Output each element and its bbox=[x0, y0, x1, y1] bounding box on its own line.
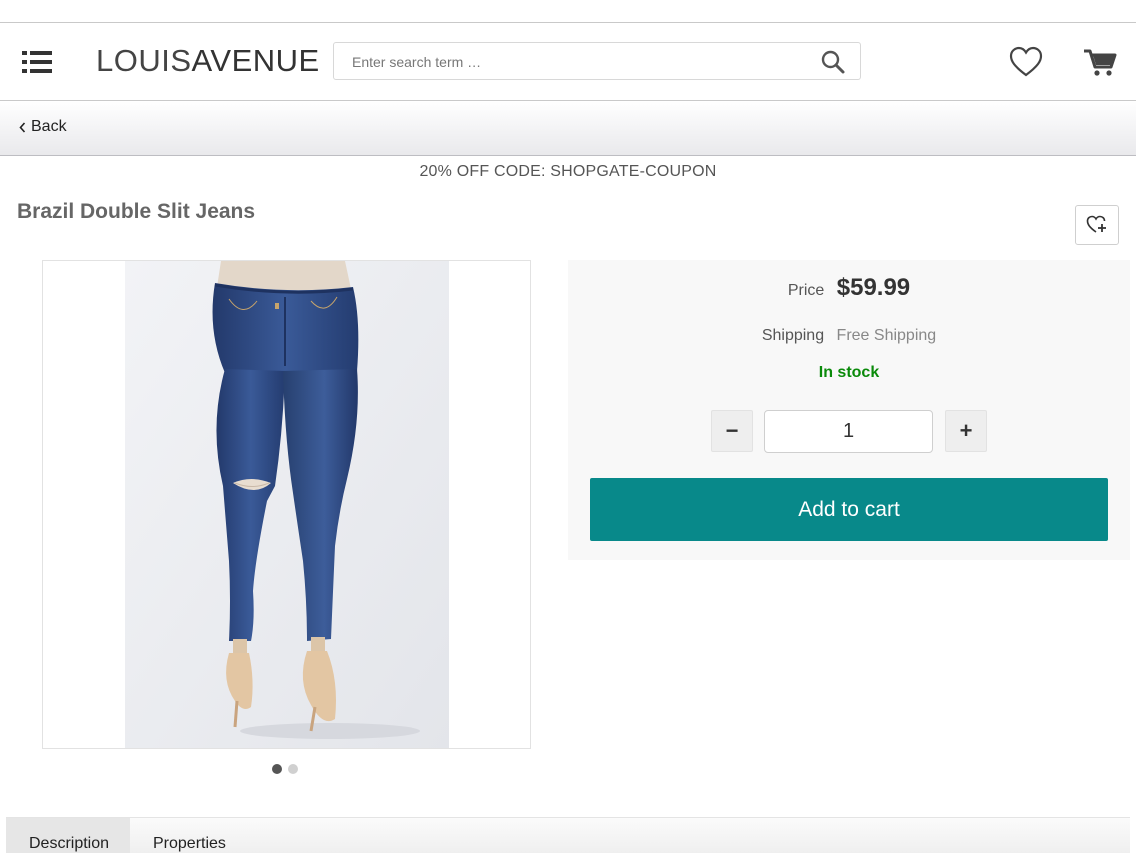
chevron-left-icon bbox=[19, 121, 26, 133]
price-value: $59.99 bbox=[836, 274, 911, 301]
logo-part-louis: LOUIS bbox=[96, 43, 192, 78]
shipping-value: Free Shipping bbox=[836, 327, 937, 344]
wishlist-button[interactable] bbox=[1008, 46, 1044, 78]
image-pagination bbox=[272, 764, 298, 774]
heart-plus-icon bbox=[1086, 215, 1106, 233]
product-image-gallery[interactable] bbox=[42, 260, 531, 749]
back-label: Back bbox=[31, 118, 67, 135]
search-bar bbox=[333, 42, 861, 81]
coupon-banner: 20% OFF CODE: SHOPGATE-COUPON bbox=[419, 163, 717, 180]
tab-description[interactable]: Description bbox=[6, 818, 130, 853]
cart-icon bbox=[1084, 49, 1117, 76]
image-dot-1[interactable] bbox=[272, 764, 282, 774]
search-input[interactable] bbox=[350, 43, 804, 81]
stock-status: In stock bbox=[818, 364, 880, 381]
site-header: LOUISAVENUE bbox=[0, 23, 1136, 101]
product-title: Brazil Double Slit Jeans bbox=[17, 200, 256, 223]
buy-box: Price $59.99 Shipping Free Shipping In s… bbox=[568, 260, 1130, 560]
store-logo[interactable]: LOUISAVENUE bbox=[96, 43, 320, 79]
quantity-increase-button[interactable]: + bbox=[945, 410, 987, 452]
add-to-favorites-button[interactable] bbox=[1075, 205, 1119, 245]
jeans-photo-illustration bbox=[125, 261, 449, 748]
quantity-decrease-button[interactable]: − bbox=[711, 410, 753, 452]
menu-button[interactable] bbox=[18, 45, 56, 79]
search-icon bbox=[821, 50, 845, 74]
price-label: Price bbox=[787, 282, 825, 299]
back-navigation-bar: Back bbox=[0, 101, 1136, 156]
cart-button[interactable] bbox=[1082, 45, 1118, 79]
product-photo bbox=[125, 261, 449, 748]
tab-description-label: Description bbox=[29, 835, 110, 852]
heart-icon bbox=[1009, 46, 1043, 77]
logo-part-avenue: AVENUE bbox=[191, 43, 320, 78]
image-dot-2[interactable] bbox=[288, 764, 298, 774]
product-info-tabs: Description Properties bbox=[6, 817, 1130, 853]
tab-properties[interactable]: Properties bbox=[153, 818, 273, 853]
back-button[interactable]: Back bbox=[19, 118, 67, 136]
tab-properties-label: Properties bbox=[153, 835, 226, 852]
add-to-cart-button[interactable]: Add to cart bbox=[590, 478, 1108, 541]
shipping-label: Shipping bbox=[761, 327, 825, 344]
quantity-input[interactable] bbox=[764, 410, 933, 453]
price-row: Price $59.99 bbox=[568, 274, 1130, 302]
menu-icon bbox=[22, 51, 52, 73]
shipping-row: Shipping Free Shipping bbox=[568, 327, 1130, 345]
search-button[interactable] bbox=[820, 49, 846, 75]
